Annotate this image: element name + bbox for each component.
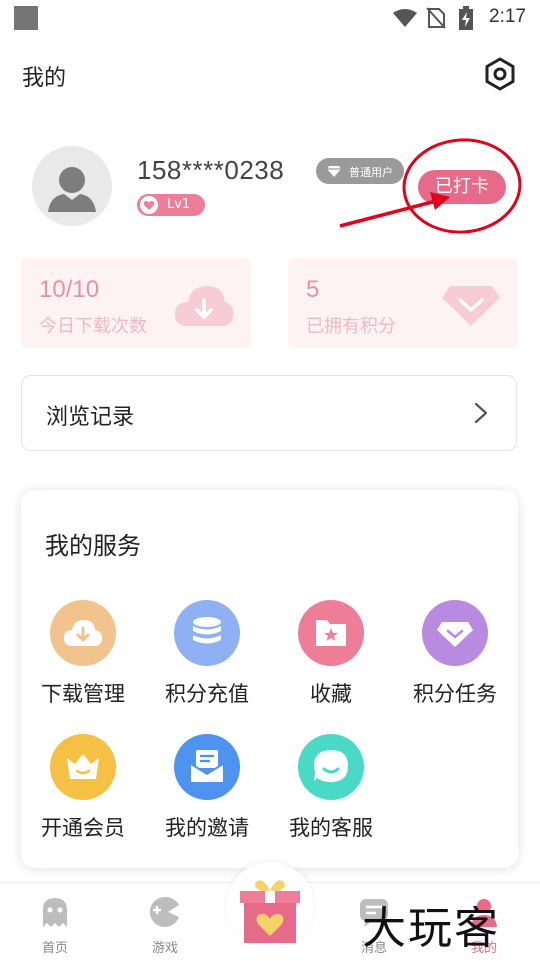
browse-history-row[interactable]: 浏览记录 — [21, 375, 517, 451]
wifi-icon — [393, 9, 417, 27]
mail-icon — [174, 734, 240, 800]
gift-box-icon[interactable] — [234, 874, 306, 946]
service-download-manage[interactable]: 下载管理 — [21, 600, 145, 708]
download-count-value: 10/10 — [39, 276, 100, 303]
user-phone: 158****0238 — [137, 155, 285, 185]
level-label: Lv1 — [167, 197, 191, 212]
points-value: 5 — [306, 276, 320, 303]
page-title: 我的 — [22, 66, 67, 91]
nav-label: 首页 — [41, 941, 68, 956]
battery-icon — [459, 6, 473, 30]
diamond-icon — [442, 286, 500, 326]
level-heart-icon — [140, 196, 158, 214]
service-label: 下载管理 — [41, 682, 125, 706]
chat-bubble-icon — [298, 734, 364, 800]
notification-icon — [14, 6, 38, 30]
ghost-icon — [43, 898, 67, 927]
service-customer-support[interactable]: 我的客服 — [269, 734, 393, 842]
member-type-label: 普通用户 — [349, 166, 393, 179]
service-invitations[interactable]: 我的邀请 — [145, 734, 269, 842]
chevron-right-icon — [474, 402, 488, 424]
default-avatar-icon — [48, 167, 96, 212]
nav-item-games[interactable]: 游戏 — [125, 895, 205, 956]
settings-icon[interactable] — [482, 56, 518, 92]
services-card: 我的服务 下载管理 积分充值 收藏 积分任务 开通会员 我的邀请 我的客服 — [21, 490, 518, 868]
status-time: 2:17 — [489, 6, 526, 27]
download-cloud-icon — [50, 600, 116, 666]
gamepad-icon — [149, 896, 179, 927]
no-sim-icon — [426, 7, 446, 29]
avatar[interactable] — [32, 146, 112, 226]
member-badge: 普通用户 — [316, 158, 404, 184]
service-label: 我的邀请 — [165, 816, 249, 840]
coins-stack-icon — [174, 600, 240, 666]
service-label: 积分充值 — [165, 682, 249, 706]
service-points-tasks[interactable]: 积分任务 — [393, 600, 517, 708]
service-label: 收藏 — [310, 682, 352, 706]
nav-label: 游戏 — [151, 941, 178, 956]
service-label: 开通会员 — [41, 816, 125, 840]
service-label: 我的客服 — [289, 816, 373, 840]
service-favorites[interactable]: 收藏 — [269, 600, 393, 708]
points-label: 已拥有积分 — [306, 316, 396, 337]
diamond-icon — [422, 600, 488, 666]
service-membership[interactable]: 开通会员 — [21, 734, 145, 842]
checkin-button[interactable]: 已打卡 — [418, 170, 506, 204]
cloud-download-icon — [175, 286, 234, 326]
browse-history-label: 浏览记录 — [46, 405, 135, 430]
status-bar: 2:17 — [0, 0, 540, 36]
service-points-recharge[interactable]: 积分充值 — [145, 600, 269, 708]
watermark-text: 大玩客 — [362, 903, 500, 954]
download-count-card[interactable]: 10/10 今日下载次数 — [21, 258, 251, 348]
points-card[interactable]: 5 已拥有积分 — [288, 258, 518, 348]
level-badge: Lv1 — [137, 194, 205, 216]
download-count-label: 今日下载次数 — [39, 316, 147, 337]
member-diamond-icon — [327, 166, 341, 177]
crown-icon — [50, 734, 116, 800]
favorite-folder-icon — [298, 600, 364, 666]
service-label: 积分任务 — [413, 682, 497, 706]
services-title: 我的服务 — [45, 532, 141, 560]
nav-item-home[interactable]: 首页 — [15, 895, 95, 956]
